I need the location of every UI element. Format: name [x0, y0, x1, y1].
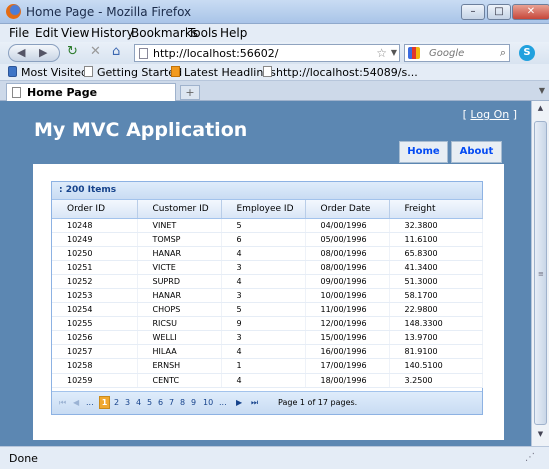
close-window-button[interactable]: ✕ — [512, 4, 549, 20]
stop-icon[interactable]: ✕ — [90, 44, 101, 59]
menu-help[interactable]: Help — [220, 26, 247, 40]
url-bar[interactable]: http://localhost:56602/ ☆ ▼ — [134, 44, 400, 62]
search-icon[interactable]: ⌕ — [500, 46, 506, 60]
minimize-button[interactable]: – — [461, 4, 485, 20]
navigation-toolbar: ◀ ▶ ↻ ✕ ⌂ http://localhost:56602/ ☆ ▼ ⌕ … — [0, 42, 549, 64]
main-panel: : 200 Items Order ID Customer ID Employe… — [33, 164, 504, 440]
last-page-icon[interactable]: ⏭ — [251, 398, 258, 408]
search-bar[interactable]: ⌕ — [404, 44, 510, 62]
table-row[interactable]: 10253 HANAR 3 10/00/1996 58.1700 — [52, 288, 483, 304]
orders-grid: : 200 Items Order ID Customer ID Employe… — [51, 181, 483, 415]
pager-page-9[interactable]: 9 — [191, 398, 196, 407]
grid-caption: : 200 Items — [52, 182, 482, 200]
menu-view[interactable]: View — [61, 26, 89, 40]
column-header-customer-id[interactable]: Customer ID — [137, 200, 222, 219]
page-icon — [84, 66, 93, 77]
forward-icon[interactable]: ▶ — [39, 46, 47, 59]
bookmarks-toolbar: Most Visited Getting Started Latest Head… — [0, 64, 549, 81]
bookmark-getting-started[interactable]: Getting Started — [84, 66, 182, 79]
window-titlebar: Home Page - Mozilla Firefox – □ ✕ — [0, 0, 549, 24]
back-icon[interactable]: ◀ — [17, 46, 25, 59]
tab-home-page[interactable]: Home Page — [6, 83, 176, 101]
login-display: [ Log On ] — [462, 108, 517, 121]
grid-header-row: Order ID Customer ID Employee ID Order D… — [52, 200, 483, 219]
pager-page-8[interactable]: 8 — [180, 398, 185, 407]
page-icon — [139, 48, 148, 59]
pager-ellipsis-right[interactable]: ... — [219, 398, 227, 407]
search-input[interactable] — [429, 46, 491, 60]
table-row[interactable]: 10250 HANAR 4 08/00/1996 65.8300 — [52, 246, 483, 261]
table-row[interactable]: 10256 WELLI 3 15/00/1996 13.9700 — [52, 330, 483, 346]
most-visited-icon — [8, 66, 17, 77]
reload-icon[interactable]: ↻ — [67, 44, 78, 59]
bookmark-latest-headlines[interactable]: Latest Headlines — [171, 66, 276, 79]
pager-page-3[interactable]: 3 — [125, 398, 130, 407]
pager-page-4[interactable]: 4 — [136, 398, 141, 407]
bookmark-localhost[interactable]: http://localhost:54089/s... — [263, 66, 418, 79]
pager-page-1[interactable]: 1 — [99, 396, 110, 409]
table-row[interactable]: 10259 CENTC 4 18/00/1996 3.2500 — [52, 373, 483, 388]
table-row[interactable]: 10255 RICSU 9 12/00/1996 148.3300 — [52, 316, 483, 332]
new-tab-button[interactable]: + — [180, 85, 200, 100]
tab-label: Home Page — [27, 86, 98, 99]
table-row[interactable]: 10257 HILAA 4 16/00/1996 81.9100 — [52, 344, 483, 360]
grid-table: Order ID Customer ID Employee ID Order D… — [52, 200, 483, 388]
pager-page-7[interactable]: 7 — [169, 398, 174, 407]
pager-page-6[interactable]: 6 — [158, 398, 163, 407]
resize-grip-icon[interactable]: ⋰ — [525, 452, 535, 463]
skype-icon[interactable]: S — [519, 45, 535, 61]
scroll-thumb[interactable]: ≡ — [534, 121, 547, 425]
home-icon[interactable]: ⌂ — [112, 44, 120, 59]
pager-page-10[interactable]: 10 — [203, 398, 213, 407]
page-icon — [263, 66, 272, 77]
scroll-down-icon[interactable]: ▼ — [534, 430, 547, 443]
page-content: [ Log On ] My MVC Application Home About… — [0, 101, 531, 446]
pager-page-2[interactable]: 2 — [114, 398, 119, 407]
column-header-freight[interactable]: Freight — [389, 200, 483, 219]
pager-page-5[interactable]: 5 — [147, 398, 152, 407]
page-icon — [12, 87, 21, 98]
google-icon[interactable] — [408, 47, 420, 59]
column-header-employee-id[interactable]: Employee ID — [221, 200, 306, 219]
bookmark-most-visited[interactable]: Most Visited — [8, 66, 88, 79]
menu-history[interactable]: History — [91, 26, 134, 40]
bookmark-star-icon[interactable]: ☆ — [376, 46, 387, 60]
pager-ellipsis-left[interactable]: ... — [86, 398, 94, 407]
vertical-scrollbar[interactable]: ▲ ≡ ▼ — [531, 101, 549, 446]
tab-strip: Home Page + ▼ — [0, 81, 549, 101]
page-title: My MVC Application — [34, 119, 248, 141]
column-header-order-id[interactable]: Order ID — [52, 200, 138, 219]
url-text[interactable]: http://localhost:56602/ — [153, 47, 278, 60]
maximize-button[interactable]: □ — [487, 4, 511, 20]
firefox-logo-icon — [6, 4, 21, 19]
url-dropdown-icon[interactable]: ▼ — [391, 48, 397, 57]
menu-edit[interactable]: Edit — [35, 26, 58, 40]
log-on-link[interactable]: Log On — [470, 108, 509, 121]
grid-pager: ⏮ ◀ ... 1 2 3 4 5 6 7 8 9 10 ... ▶ ⏭ Pag… — [52, 391, 482, 414]
scroll-up-icon[interactable]: ▲ — [534, 104, 547, 117]
back-forward-buttons[interactable]: ◀ ▶ — [8, 44, 60, 62]
first-page-icon[interactable]: ⏮ — [59, 398, 66, 408]
status-bar: Done ⋰ — [0, 446, 549, 469]
scroll-grip-icon: ≡ — [538, 270, 544, 278]
menu-tools[interactable]: Tools — [188, 26, 218, 40]
table-row[interactable]: 10251 VICTE 3 08/00/1996 41.3400 — [52, 260, 483, 275]
column-header-order-date[interactable]: Order Date — [305, 200, 390, 219]
table-row[interactable]: 10252 SUPRD 4 09/00/1996 51.3000 — [52, 274, 483, 289]
pager-info: Page 1 of 17 pages. — [278, 398, 358, 407]
menu-tab-home[interactable]: Home — [399, 141, 448, 163]
menu-tab-about[interactable]: About — [451, 141, 502, 163]
rss-icon — [171, 66, 180, 77]
menu-bar: File Edit View History Bookmarks Tools H… — [0, 24, 549, 42]
status-text: Done — [9, 452, 38, 465]
table-row[interactable]: 10254 CHOPS 5 11/00/1996 22.9800 — [52, 302, 483, 318]
menu-file[interactable]: File — [9, 26, 29, 40]
table-row[interactable]: 10249 TOMSP 6 05/00/1996 11.6100 — [52, 232, 483, 247]
next-page-icon[interactable]: ▶ — [236, 398, 242, 407]
window-title: Home Page - Mozilla Firefox — [26, 5, 192, 19]
previous-page-icon[interactable]: ◀ — [73, 398, 79, 407]
table-row[interactable]: 10248 VINET 5 04/00/1996 32.3800 — [52, 218, 483, 233]
table-row[interactable]: 10258 ERNSH 1 17/00/1996 140.5100 — [52, 358, 483, 374]
tab-list-icon[interactable]: ▼ — [539, 86, 545, 95]
